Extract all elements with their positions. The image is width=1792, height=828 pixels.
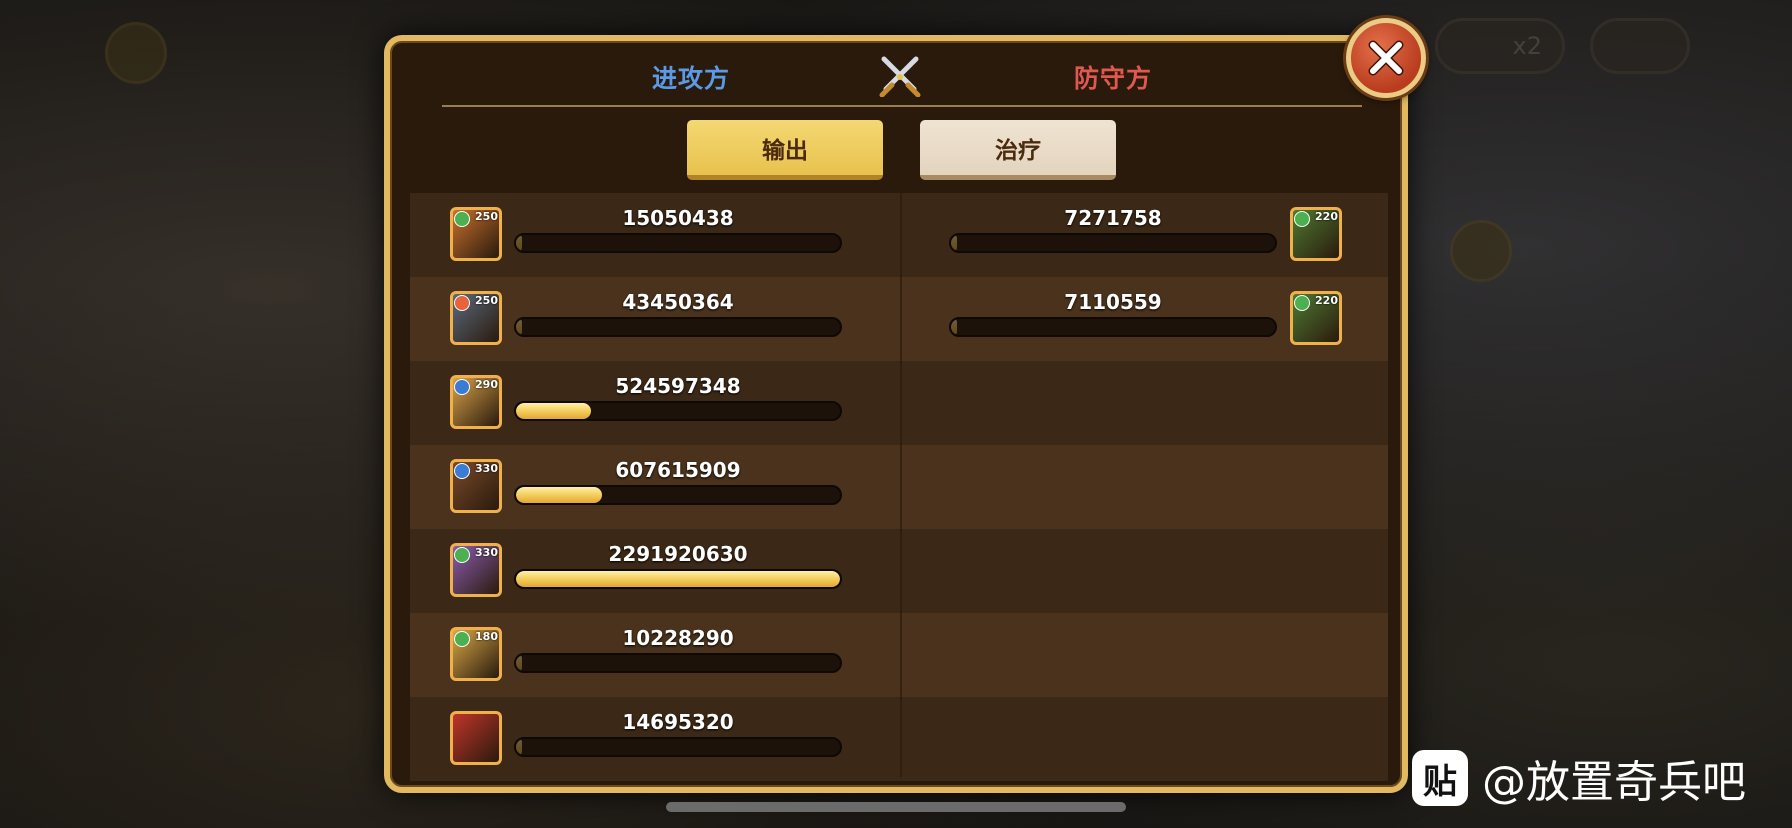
tab-output[interactable]: 输出 <box>687 120 883 180</box>
damage-bar <box>949 233 1277 253</box>
table-row: 330 2291920630 <box>410 529 1388 613</box>
defender-entry: 220 7271758 <box>902 193 1388 277</box>
hero-level: 330 <box>475 546 498 559</box>
element-icon <box>454 547 470 563</box>
column-divider <box>900 193 902 777</box>
hero-avatar[interactable]: 330 <box>450 459 502 513</box>
damage-bar-fill <box>516 319 522 335</box>
attacker-entry: 290 524597348 <box>410 361 900 445</box>
damage-value: 2291920630 <box>608 542 748 566</box>
table-row: 330 607615909 <box>410 445 1388 529</box>
home-indicator[interactable] <box>666 802 1126 812</box>
damage-bar-fill <box>516 739 522 755</box>
damage-bar <box>514 317 842 337</box>
defender-title: 防守方 <box>1074 64 1153 93</box>
battle-stats-panel: 进攻方 防守方 输出 治疗 14695320 180 10228290 330 2291… <box>384 35 1408 793</box>
hero-avatar[interactable]: 250 <box>450 291 502 345</box>
attacker-entry: 250 15050438 <box>410 193 900 277</box>
watermark-logo: 贴 <box>1412 750 1468 806</box>
hero-avatar[interactable] <box>450 711 502 765</box>
stats-table: 14695320 180 10228290 330 2291920630 330 60761… <box>410 193 1388 781</box>
panel-header: 进攻方 防守方 <box>390 41 1402 107</box>
damage-bar-fill <box>516 403 591 419</box>
damage-value: 43450364 <box>622 290 734 314</box>
hero-level: 220 <box>1315 294 1338 307</box>
damage-bar-fill <box>516 487 602 503</box>
damage-value: 14695320 <box>622 710 734 734</box>
close-icon <box>1368 40 1404 76</box>
element-icon <box>1294 295 1310 311</box>
table-row: 250 15050438 220 7271758 <box>410 193 1388 277</box>
hero-avatar[interactable]: 180 <box>450 627 502 681</box>
attacker-entry: 250 43450364 <box>410 277 900 361</box>
hero-avatar[interactable]: 220 <box>1290 207 1342 261</box>
hero-avatar[interactable]: 330 <box>450 543 502 597</box>
bg-speed-button: x2 <box>1435 18 1565 74</box>
bg-skip-button <box>1590 18 1690 74</box>
damage-bar-fill <box>516 655 522 671</box>
damage-bar <box>949 317 1277 337</box>
damage-bar <box>514 233 842 253</box>
damage-bar <box>514 401 842 421</box>
damage-value: 7110559 <box>1064 290 1162 314</box>
attacker-title: 进攻方 <box>652 64 731 93</box>
bg-speed-label: x2 <box>1512 32 1542 60</box>
damage-value: 7271758 <box>1064 206 1162 230</box>
hero-avatar[interactable]: 290 <box>450 375 502 429</box>
table-row: 290 524597348 <box>410 361 1388 445</box>
damage-value: 524597348 <box>615 374 741 398</box>
table-row: 180 10228290 <box>410 613 1388 697</box>
header-divider <box>442 105 1362 107</box>
element-icon <box>454 379 470 395</box>
damage-bar-fill <box>516 571 840 587</box>
table-row: 250 43450364 220 7110559 <box>410 277 1388 361</box>
element-icon <box>454 463 470 479</box>
damage-value: 10228290 <box>622 626 734 650</box>
damage-bar <box>514 653 842 673</box>
watermark-text: @放置奇兵吧 <box>1482 757 1746 808</box>
watermark: 贴 @放置奇兵吧 <box>1412 748 1746 808</box>
hero-level: 290 <box>475 378 498 391</box>
hero-level: 330 <box>475 462 498 475</box>
table-row: 14695320 <box>410 697 1388 781</box>
hero-avatar[interactable]: 220 <box>1290 291 1342 345</box>
hero-level: 250 <box>475 294 498 307</box>
attacker-entry: 180 10228290 <box>410 613 900 697</box>
bg-menu-button <box>105 22 167 84</box>
damage-bar-fill <box>951 319 957 335</box>
attacker-entry: 330 2291920630 <box>410 529 900 613</box>
element-icon <box>454 295 470 311</box>
damage-bar <box>514 485 842 505</box>
damage-value: 607615909 <box>615 458 741 482</box>
attacker-entry: 14695320 <box>410 697 900 781</box>
element-icon <box>454 631 470 647</box>
damage-bar-fill <box>951 235 957 251</box>
hero-level: 220 <box>1315 210 1338 223</box>
attacker-entry: 330 607615909 <box>410 445 900 529</box>
bg-list-button <box>1450 220 1512 282</box>
damage-bar <box>514 737 842 757</box>
element-icon <box>454 211 470 227</box>
defender-entry: 220 7110559 <box>902 277 1388 361</box>
damage-bar-fill <box>516 235 522 251</box>
element-icon <box>1294 211 1310 227</box>
crossed-swords-icon <box>879 56 921 97</box>
hero-avatar[interactable]: 250 <box>450 207 502 261</box>
damage-value: 15050438 <box>622 206 734 230</box>
hero-level: 250 <box>475 210 498 223</box>
tab-heal[interactable]: 治疗 <box>920 120 1116 180</box>
close-button[interactable] <box>1346 18 1426 98</box>
hero-level: 180 <box>475 630 498 643</box>
damage-bar <box>514 569 842 589</box>
